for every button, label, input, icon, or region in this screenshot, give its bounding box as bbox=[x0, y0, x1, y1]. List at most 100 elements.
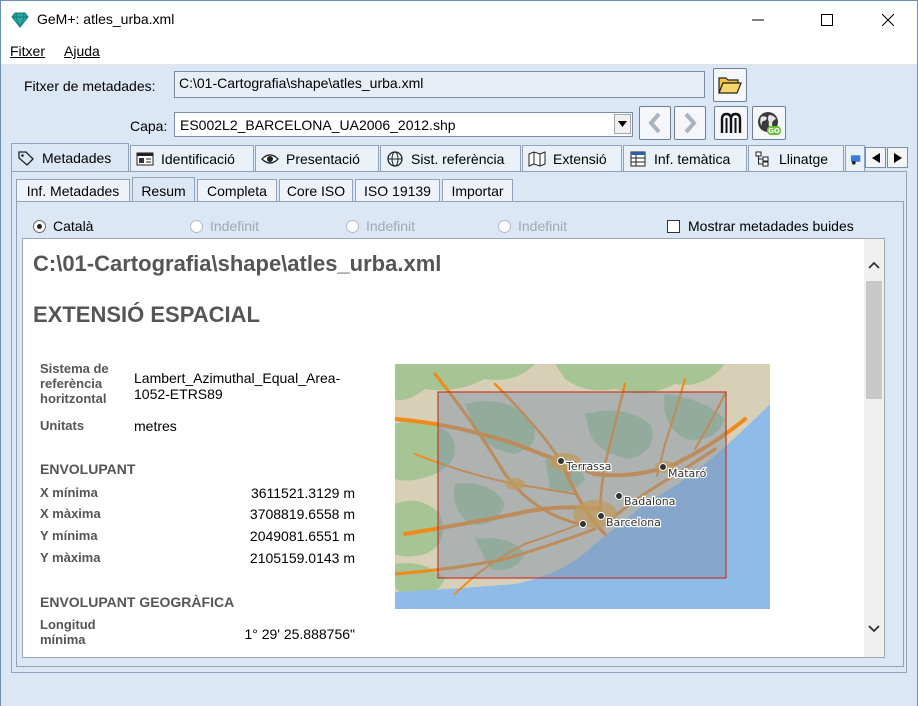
units-label: Unitats bbox=[40, 418, 85, 433]
layer-select[interactable]: ES002L2_BARCELONA_UA2006_2012.shp bbox=[174, 112, 633, 137]
globe-icon bbox=[387, 150, 403, 167]
tab-llinatge[interactable]: Llinatge bbox=[748, 145, 844, 171]
scrollbar-thumb[interactable] bbox=[866, 281, 882, 399]
chevron-left-icon bbox=[648, 112, 661, 134]
subtab-core-iso[interactable]: Core ISO bbox=[279, 179, 353, 202]
document-scrollbar[interactable] bbox=[864, 239, 884, 657]
open-file-button[interactable] bbox=[713, 68, 747, 102]
show-empty-checkbox[interactable]: Mostrar metadades buides bbox=[667, 218, 854, 234]
section-title: EXTENSIÓ ESPACIAL bbox=[33, 302, 260, 327]
subtab-completa[interactable]: Completa bbox=[197, 179, 277, 202]
tabs-scroll-right-button[interactable] bbox=[887, 147, 908, 168]
previous-layer-button[interactable] bbox=[639, 106, 671, 140]
summary-document-view[interactable]: C:\01-Cartografia\shape\atles_urba.xml E… bbox=[22, 238, 885, 658]
menu-fitxer[interactable]: Fitxer bbox=[10, 43, 45, 59]
subtab-resum[interactable]: Resum bbox=[132, 177, 195, 203]
ymin-label: Y mínima bbox=[40, 528, 98, 543]
radio-language-4-label: Indefinit bbox=[518, 218, 568, 234]
tab-metadades-label: Metadades bbox=[42, 150, 112, 166]
file-path-field[interactable]: C:\01-Cartografia\shape\atles_urba.xml bbox=[174, 71, 705, 98]
menu-ajuda[interactable]: Ajuda bbox=[64, 43, 100, 59]
metadata-m-button[interactable] bbox=[714, 106, 748, 140]
city-dot-barcelona bbox=[597, 512, 605, 520]
city-dot-terrassa bbox=[557, 457, 565, 465]
tab-inf-tematica[interactable]: Inf. temàtica bbox=[623, 145, 747, 171]
maximize-icon bbox=[821, 14, 833, 26]
file-path-value: C:\01-Cartografia\shape\atles_urba.xml bbox=[179, 75, 424, 91]
tab-sist-referencia[interactable]: Sist. referència bbox=[380, 145, 521, 171]
radio-language-4[interactable]: Indefinit bbox=[498, 218, 567, 234]
tab-presentacio-label: Presentació bbox=[286, 150, 360, 167]
tab-extensio[interactable]: Extensió bbox=[522, 145, 622, 171]
scroll-down-icon[interactable] bbox=[868, 625, 880, 633]
chevron-right-icon bbox=[684, 112, 697, 134]
city-dot-extra bbox=[579, 520, 587, 528]
folder-open-icon bbox=[718, 77, 742, 94]
city-dot-badalona bbox=[615, 492, 623, 500]
close-icon bbox=[882, 14, 894, 26]
subtab-completa-label: Completa bbox=[207, 183, 267, 199]
ymin-value: 2049081.6551 m bbox=[249, 528, 355, 544]
xmax-value: 3708819.6558 m bbox=[249, 506, 355, 522]
gem-icon bbox=[11, 12, 29, 28]
tab-identificacio-label: Identificació bbox=[161, 150, 235, 167]
radio-language-3[interactable]: Indefinit bbox=[346, 218, 415, 234]
extent-map: Terrassa Mataró Badalona Barcelona bbox=[395, 364, 770, 609]
xmin-label: X mínima bbox=[40, 485, 98, 500]
title-bar: GeM+: atles_urba.xml bbox=[1, 1, 917, 39]
app-window: GeM+: atles_urba.xml Fitxer Ajuda Fitxer… bbox=[0, 0, 918, 706]
subtab-importar-label: Importar bbox=[451, 183, 504, 199]
chevron-down-icon bbox=[618, 121, 627, 127]
scroll-up-icon[interactable] bbox=[868, 261, 880, 269]
tabs-scroll-left-button[interactable] bbox=[865, 147, 886, 168]
id-card-icon bbox=[136, 152, 154, 165]
tab-overflow[interactable] bbox=[845, 145, 865, 171]
crs-label: Sistema de referència horitzontal bbox=[40, 361, 109, 406]
table-icon bbox=[630, 151, 646, 166]
window-title: GeM+: atles_urba.xml bbox=[37, 11, 175, 27]
geo-button[interactable]: GO bbox=[752, 106, 786, 140]
tab-identificacio[interactable]: Identificació bbox=[130, 145, 254, 171]
subtab-iso-19139-label: ISO 19139 bbox=[364, 183, 431, 199]
city-dot-mataro bbox=[659, 463, 667, 471]
radio-language-1-dot bbox=[33, 219, 46, 233]
subtab-iso-19139[interactable]: ISO 19139 bbox=[355, 179, 440, 202]
triangle-left-icon bbox=[871, 152, 880, 163]
radio-language-2-dot bbox=[190, 219, 203, 233]
show-empty-label: Mostrar metadades buides bbox=[688, 218, 854, 234]
radio-language-3-dot bbox=[346, 219, 359, 233]
layer-label: Capa: bbox=[130, 118, 168, 134]
minimize-button[interactable] bbox=[735, 1, 781, 39]
radio-language-2-label: Indefinit bbox=[210, 218, 260, 234]
city-label-badalona: Badalona bbox=[624, 495, 676, 508]
globe-geo-icon: GO bbox=[758, 112, 781, 135]
svg-text:GO: GO bbox=[768, 127, 780, 135]
city-label-terrassa: Terrassa bbox=[565, 460, 611, 473]
layer-dropdown-button[interactable] bbox=[614, 114, 631, 134]
tab-metadades[interactable]: Metadades bbox=[11, 143, 129, 172]
extent-rectangle bbox=[437, 391, 727, 579]
lonmin-value: 1° 29' 25.888756" bbox=[244, 626, 355, 642]
truck-icon bbox=[851, 154, 861, 165]
radio-language-4-dot bbox=[498, 219, 511, 233]
radio-language-1[interactable]: Català bbox=[33, 218, 93, 234]
tab-llinatge-label: Llinatge bbox=[779, 150, 829, 167]
ymax-value: 2105159.0143 m bbox=[249, 550, 355, 566]
radio-language-2[interactable]: Indefinit bbox=[190, 218, 259, 234]
tab-extensio-label: Extensió bbox=[553, 150, 607, 167]
maximize-button[interactable] bbox=[804, 1, 850, 39]
minimize-icon bbox=[752, 19, 764, 21]
tab-presentacio[interactable]: Presentació bbox=[255, 145, 379, 171]
next-layer-button[interactable] bbox=[674, 106, 706, 140]
tab-inf-tematica-label: Inf. temàtica bbox=[654, 150, 731, 167]
subtab-importar[interactable]: Importar bbox=[442, 179, 513, 202]
menu-ajuda-label: Ajuda bbox=[64, 43, 100, 59]
subtab-inf-metadades[interactable]: Inf. Metadades bbox=[16, 179, 130, 202]
xmax-label: X màxima bbox=[40, 506, 101, 521]
subtab-resum-label: Resum bbox=[141, 182, 186, 199]
triangle-right-icon bbox=[893, 152, 902, 163]
menu-bar: Fitxer Ajuda bbox=[1, 39, 917, 65]
xmin-value: 3611521.3129 m bbox=[250, 485, 355, 501]
m-letter-icon bbox=[720, 112, 742, 133]
close-button[interactable] bbox=[865, 1, 911, 39]
